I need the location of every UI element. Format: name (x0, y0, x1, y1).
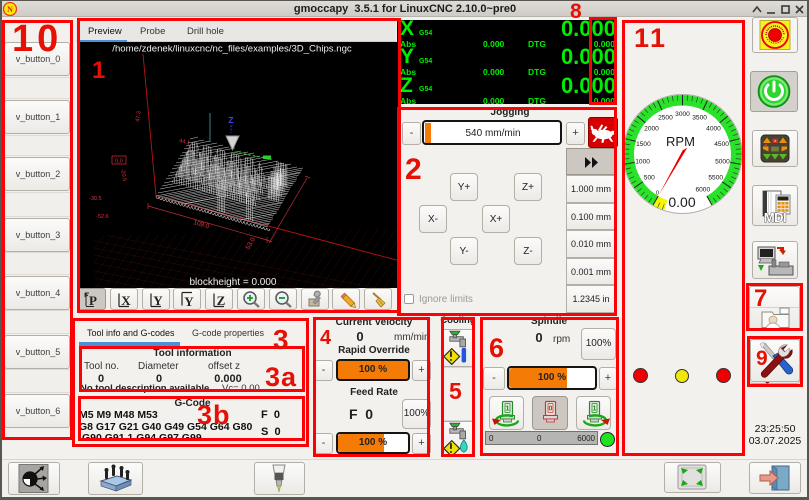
svg-text:x: x (774, 138, 776, 143)
svg-text:N: N (7, 5, 13, 14)
svg-text:MDI: MDI (764, 210, 786, 225)
